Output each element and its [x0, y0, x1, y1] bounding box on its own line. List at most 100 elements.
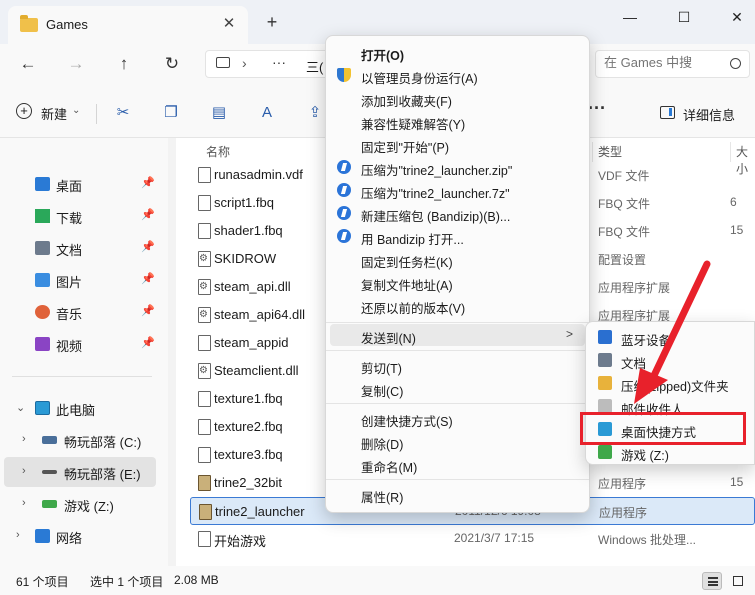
column-header-type[interactable]: 类型 — [598, 143, 622, 160]
desktop-icon — [35, 177, 50, 191]
submenu-item[interactable]: 蓝牙设备 — [590, 326, 754, 348]
search-input[interactable] — [604, 55, 714, 70]
sidebar-item-label: 此电脑 — [56, 403, 96, 418]
sidebar-item-videos[interactable]: 视频 📌 — [4, 329, 156, 359]
maximize-button[interactable]: ☐ — [669, 6, 699, 28]
sidebar-item-drive-z[interactable]: › 游戏 (Z:) — [4, 489, 156, 519]
bandizip-icon — [337, 183, 351, 197]
file-name: steam_api64.dll — [214, 307, 306, 322]
menu-item[interactable]: 添加到收藏夹(F) — [330, 87, 585, 109]
sidebar-item-drive-e[interactable]: › 畅玩部落 (E:) — [4, 457, 156, 487]
chevron-right-icon[interactable]: › — [22, 465, 26, 477]
column-divider[interactable] — [592, 142, 593, 162]
submenu-item-label: 文档 — [621, 357, 647, 371]
chevron-right-icon[interactable]: › — [16, 529, 20, 541]
tiles-view-button[interactable] — [728, 572, 748, 590]
chevron-down-icon[interactable]: ⌄ — [16, 401, 25, 414]
file-icon — [198, 279, 211, 295]
tab-games[interactable]: Games ✕ — [8, 6, 248, 44]
breadcrumb-segment[interactable]: 三( — [306, 57, 323, 76]
search-box[interactable] — [595, 50, 750, 78]
menu-item-copy[interactable]: 复制(C) — [330, 377, 585, 399]
up-button[interactable]: ↑ — [112, 53, 136, 75]
zip-folder-icon — [598, 376, 612, 390]
menu-item[interactable]: 复制文件地址(A) — [330, 271, 585, 293]
file-icon — [198, 447, 211, 463]
menu-item-cut[interactable]: 剪切(T) — [330, 354, 585, 376]
file-row[interactable]: 开始游戏 2021/3/7 17:15 Windows 批处理... — [190, 525, 755, 553]
application-icon — [198, 475, 211, 491]
menu-item[interactable]: 以管理员身份运行(A) — [330, 64, 585, 86]
close-tab-icon[interactable]: ✕ — [220, 15, 238, 33]
menu-item[interactable]: 压缩为"trine2_launcher.7z" — [330, 179, 585, 201]
sidebar-item-documents[interactable]: 文档 📌 — [4, 233, 156, 263]
menu-item[interactable]: 压缩为"trine2_launcher.zip" — [330, 156, 585, 178]
menu-item[interactable]: 固定到"开始"(P) — [330, 133, 585, 155]
menu-item-rename[interactable]: 重命名(M) — [330, 453, 585, 475]
details-view-button[interactable] — [702, 572, 722, 590]
menu-item[interactable]: 用 Bandizip 打开... — [330, 225, 585, 247]
bandizip-icon — [337, 206, 351, 220]
selection-count: 选中 1 个项目 — [90, 575, 164, 589]
new-tab-button[interactable]: + — [262, 13, 282, 31]
menu-item-label: 属性(R) — [361, 491, 404, 505]
sidebar-item-desktop[interactable]: 桌面 📌 — [4, 169, 156, 199]
computer-icon — [216, 57, 230, 68]
sidebar-item-label: 图片 — [56, 275, 83, 290]
menu-item-delete[interactable]: 删除(D) — [330, 430, 585, 452]
file-icon — [198, 531, 211, 547]
sidebar-item-label: 网络 — [56, 531, 83, 546]
minimize-button[interactable]: — — [615, 6, 645, 28]
submenu-item[interactable]: 压缩(zipped)文件夹 — [590, 372, 754, 394]
refresh-button[interactable]: ↻ — [160, 53, 184, 75]
more-options-icon[interactable]: ··· — [588, 98, 606, 119]
menu-item-label: 创建快捷方式(S) — [361, 415, 453, 429]
chevron-right-icon[interactable]: › — [22, 433, 26, 445]
new-button-label: 新建 — [41, 107, 68, 122]
share-icon[interactable]: ⇪ — [305, 104, 325, 122]
menu-item[interactable]: 固定到任务栏(K) — [330, 248, 585, 270]
network-icon — [35, 529, 50, 543]
sidebar-item-pictures[interactable]: 图片 📌 — [4, 265, 156, 295]
column-header-name[interactable]: 名称 — [206, 143, 230, 160]
file-date: 2021/3/7 17:15 — [454, 531, 535, 545]
selection-size: 2.08 MB — [174, 573, 219, 587]
menu-separator — [326, 322, 589, 323]
sidebar-item-downloads[interactable]: 下载 📌 — [4, 201, 156, 231]
menu-item[interactable]: 还原以前的版本(V) — [330, 294, 585, 316]
menu-item[interactable]: 兼容性疑难解答(Y) — [330, 110, 585, 132]
breadcrumb-more[interactable]: ··· — [272, 54, 286, 70]
menu-item-create-shortcut[interactable]: 创建快捷方式(S) — [330, 407, 585, 429]
menu-item[interactable]: 打开(O) — [330, 41, 585, 63]
sidebar-item-this-pc[interactable]: ⌄ 此电脑 — [4, 393, 156, 423]
copy-icon[interactable]: ❐ — [161, 104, 181, 122]
file-icon — [198, 419, 211, 435]
chevron-right-icon[interactable]: › — [22, 497, 26, 509]
menu-item-send-to[interactable]: 发送到(N) > — [330, 324, 585, 346]
paste-icon[interactable]: ▤ — [209, 104, 229, 122]
close-window-button[interactable]: ✕ — [722, 6, 752, 28]
column-divider[interactable] — [730, 142, 731, 162]
navigation-pane: 桌面 📌 下载 📌 文档 📌 图片 📌 音乐 📌 视频 📌 ⌄ 此电脑 › 畅玩… — [0, 138, 168, 566]
sidebar-item-network[interactable]: › 网络 — [4, 521, 156, 551]
submenu-item[interactable]: 文档 — [590, 349, 754, 371]
sidebar-item-label: 文档 — [56, 243, 83, 258]
forward-button[interactable]: → — [64, 53, 88, 75]
file-type: 配置设置 — [598, 253, 647, 267]
pin-icon: 📌 — [141, 241, 155, 253]
file-type: Windows 批处理... — [598, 533, 697, 547]
submenu-item-label: 压缩(zipped)文件夹 — [621, 380, 729, 394]
rename-icon[interactable]: A — [257, 104, 277, 122]
menu-item-label: 固定到"开始"(P) — [361, 141, 450, 155]
file-name: trine2_32bit — [214, 475, 282, 490]
drive-icon — [42, 470, 57, 474]
cut-icon[interactable]: ✂ — [113, 104, 133, 122]
sidebar-item-music[interactable]: 音乐 📌 — [4, 297, 156, 327]
menu-item-properties[interactable]: 属性(R) — [330, 483, 585, 505]
back-button[interactable]: ← — [16, 53, 40, 75]
menu-item-label: 压缩为"trine2_launcher.7z" — [361, 187, 510, 201]
menu-item[interactable]: 新建压缩包 (Bandizip)(B)... — [330, 202, 585, 224]
submenu-item-label: 游戏 (Z:) — [621, 449, 669, 463]
file-name: texture2.fbq — [214, 419, 283, 434]
sidebar-item-drive-c[interactable]: › 畅玩部落 (C:) — [4, 425, 156, 455]
